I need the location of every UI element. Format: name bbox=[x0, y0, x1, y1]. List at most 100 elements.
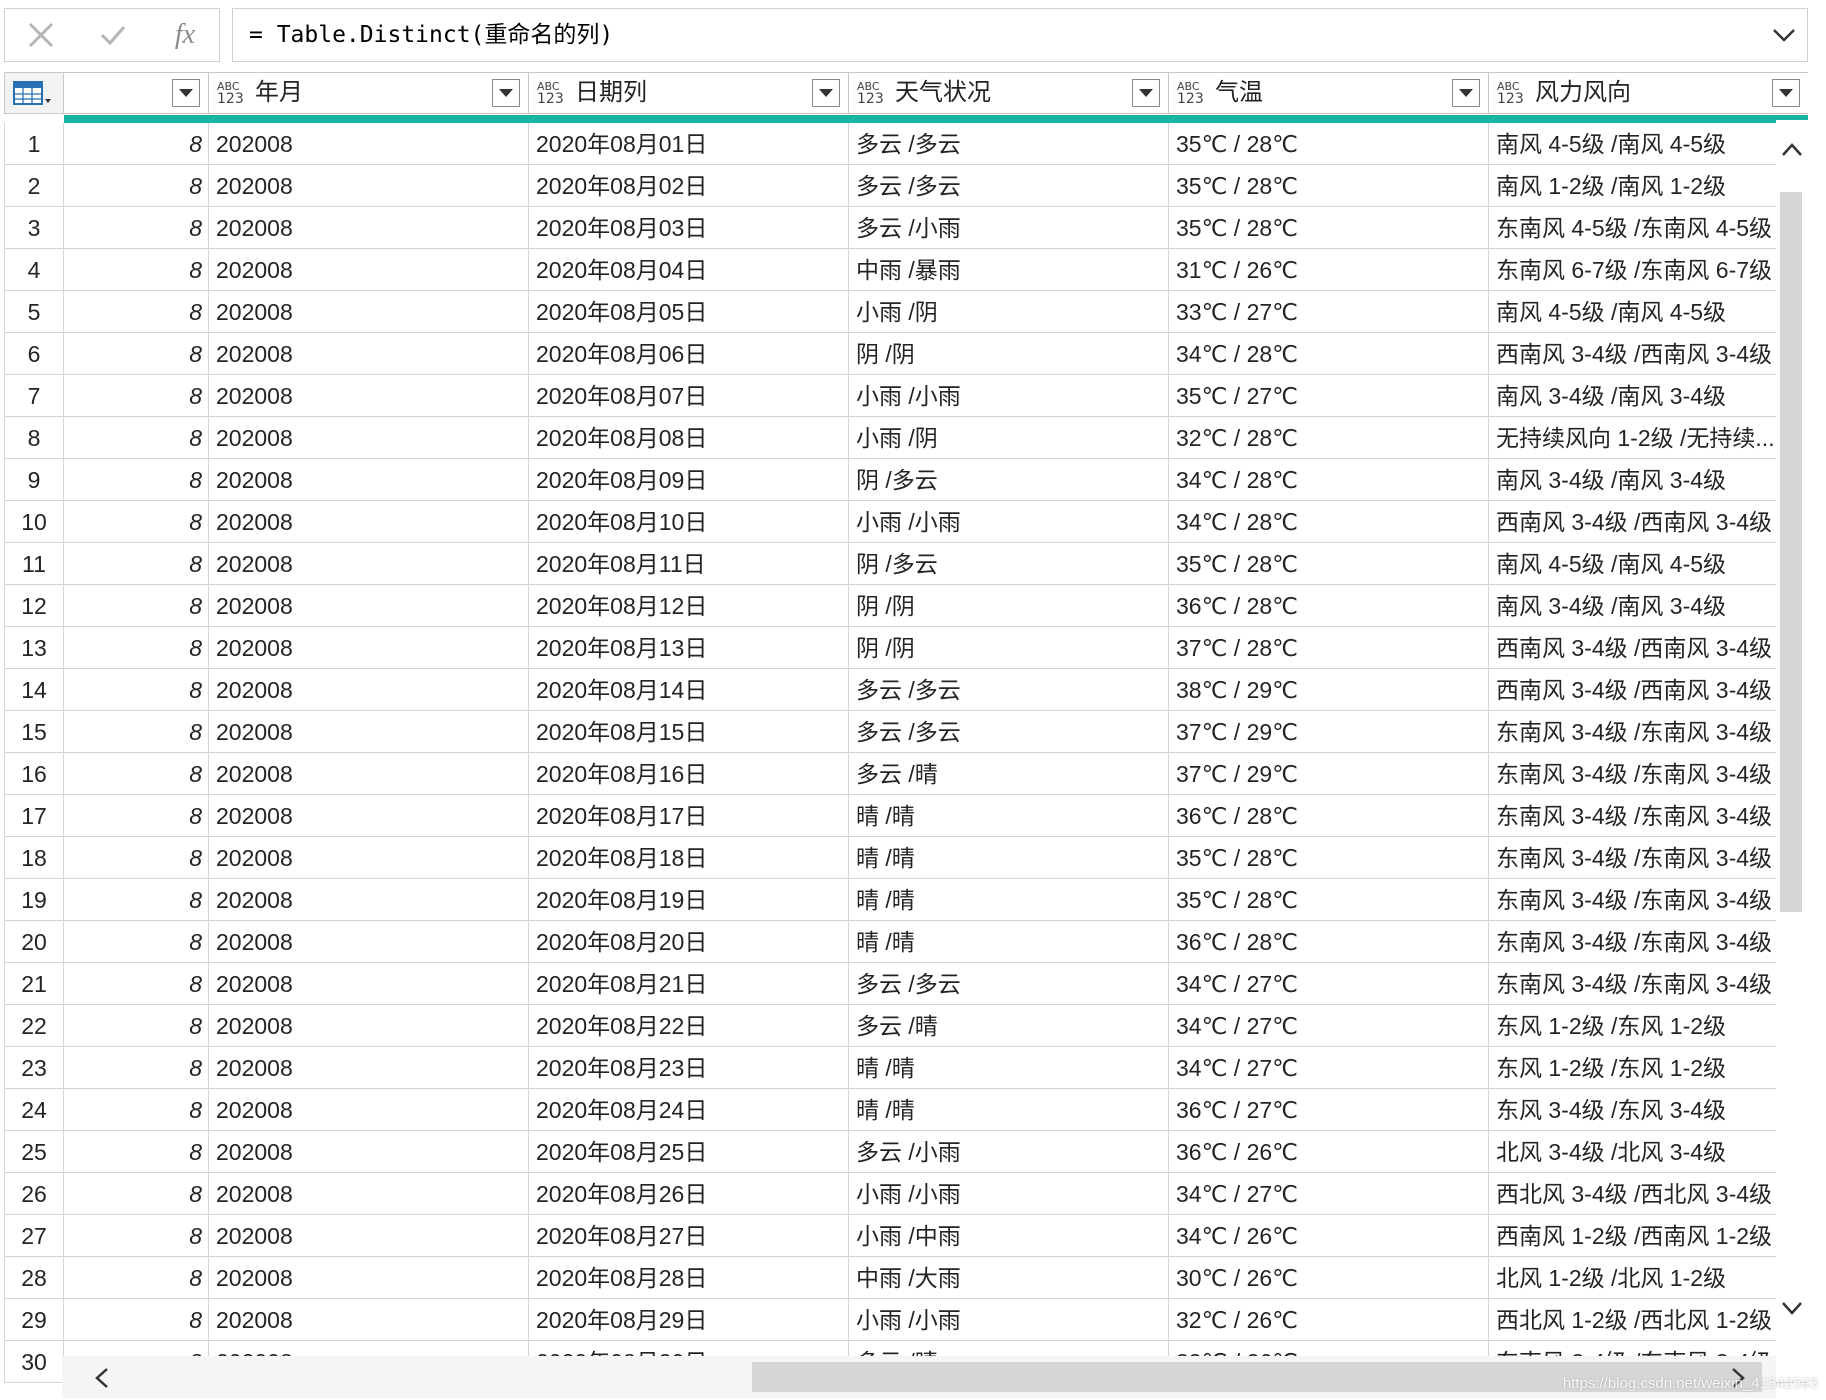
table-cell[interactable]: 东南风 3-4级 /东南风 3-4级 bbox=[1489, 879, 1808, 921]
formula-input[interactable]: = Table.Distinct(重命名的列) bbox=[232, 8, 1808, 62]
table-cell[interactable]: 东南风 6-7级 /东南风 6-7级 bbox=[1489, 249, 1808, 291]
table-row[interactable]: 2 8 202008 2020年08月02日 多云 /多云 35℃ / 28℃ 南风 1-2… bbox=[4, 165, 1808, 207]
table-cell[interactable]: 202008 bbox=[209, 501, 529, 543]
table-row[interactable]: 29 8 202008 2020年08月29日 小雨 /小雨 32℃ / 26℃ 西北风 1… bbox=[4, 1299, 1808, 1341]
table-cell[interactable]: 南风 3-4级 /南风 3-4级 bbox=[1489, 585, 1808, 627]
table-cell[interactable]: 202008 bbox=[209, 585, 529, 627]
table-cell[interactable]: 2020年08月08日 bbox=[529, 417, 849, 459]
table-cell[interactable]: 小雨 /中雨 bbox=[849, 1215, 1169, 1257]
table-cell[interactable]: 34℃ / 27℃ bbox=[1169, 1173, 1489, 1215]
row-number[interactable]: 4 bbox=[4, 249, 64, 291]
column-header-col-wind[interactable]: ABC 123 风力风向 bbox=[1489, 72, 1808, 114]
row-number[interactable]: 21 bbox=[4, 963, 64, 1005]
table-cell[interactable]: 202008 bbox=[209, 459, 529, 501]
table-cell[interactable]: 阴 /多云 bbox=[849, 543, 1169, 585]
insert-function-button[interactable]: fx bbox=[149, 9, 221, 61]
table-cell[interactable]: 晴 /晴 bbox=[849, 879, 1169, 921]
filter-dropdown-button[interactable] bbox=[1452, 79, 1480, 107]
table-cell[interactable]: 36℃ / 28℃ bbox=[1169, 795, 1489, 837]
table-cell[interactable]: 202008 bbox=[209, 207, 529, 249]
table-cell[interactable]: 8 bbox=[64, 417, 209, 459]
cancel-formula-button[interactable] bbox=[5, 9, 77, 61]
table-cell[interactable]: 36℃ / 28℃ bbox=[1169, 921, 1489, 963]
row-number[interactable]: 27 bbox=[4, 1215, 64, 1257]
table-cell[interactable]: 8 bbox=[64, 1047, 209, 1089]
table-cell[interactable]: 西北风 1-2级 /西北风 1-2级 bbox=[1489, 1299, 1808, 1341]
table-cell[interactable]: 8 bbox=[64, 627, 209, 669]
table-cell[interactable]: 小雨 /阴 bbox=[849, 291, 1169, 333]
table-cell[interactable]: 8 bbox=[64, 291, 209, 333]
table-row[interactable]: 16 8 202008 2020年08月16日 多云 /晴 37℃ / 29℃ 东南风 3-… bbox=[4, 753, 1808, 795]
table-cell[interactable]: 8 bbox=[64, 333, 209, 375]
table-cell[interactable]: 2020年08月12日 bbox=[529, 585, 849, 627]
table-cell[interactable]: 202008 bbox=[209, 669, 529, 711]
table-cell[interactable]: 202008 bbox=[209, 165, 529, 207]
table-cell[interactable]: 中雨 /大雨 bbox=[849, 1257, 1169, 1299]
table-cell[interactable]: 东风 3-4级 /东风 3-4级 bbox=[1489, 1089, 1808, 1131]
filter-dropdown-button[interactable] bbox=[492, 79, 520, 107]
table-cell[interactable]: 2020年08月17日 bbox=[529, 795, 849, 837]
table-cell[interactable]: 8 bbox=[64, 879, 209, 921]
table-cell[interactable]: 东南风 4-5级 /东南风 4-5级 bbox=[1489, 207, 1808, 249]
table-cell[interactable]: 202008 bbox=[209, 1005, 529, 1047]
table-cell[interactable]: 32℃ / 28℃ bbox=[1169, 417, 1489, 459]
table-cell[interactable]: 34℃ / 27℃ bbox=[1169, 963, 1489, 1005]
table-cell[interactable]: 东风 1-2级 /东风 1-2级 bbox=[1489, 1005, 1808, 1047]
table-cell[interactable]: 30℃ / 26℃ bbox=[1169, 1257, 1489, 1299]
table-cell[interactable]: 202008 bbox=[209, 543, 529, 585]
table-cell[interactable]: 35℃ / 28℃ bbox=[1169, 123, 1489, 165]
table-cell[interactable]: 37℃ / 28℃ bbox=[1169, 627, 1489, 669]
table-cell[interactable]: 35℃ / 28℃ bbox=[1169, 837, 1489, 879]
any-type-icon[interactable]: ABC 123 bbox=[1177, 80, 1204, 108]
table-cell[interactable]: 202008 bbox=[209, 963, 529, 1005]
table-cell[interactable]: 202008 bbox=[209, 249, 529, 291]
table-row[interactable]: 19 8 202008 2020年08月19日晴 /晴 35℃ / 28℃ 东南风 3-4… bbox=[4, 879, 1808, 921]
table-cell[interactable]: 202008 bbox=[209, 711, 529, 753]
table-cell[interactable]: 2020年08月26日 bbox=[529, 1173, 849, 1215]
table-cell[interactable]: 202008 bbox=[209, 291, 529, 333]
horizontal-scrollbar[interactable] bbox=[62, 1356, 1776, 1398]
table-cell[interactable]: 202008 bbox=[209, 417, 529, 459]
table-cell[interactable]: 31℃ / 26℃ bbox=[1169, 249, 1489, 291]
table-cell[interactable]: 2020年08月06日 bbox=[529, 333, 849, 375]
row-number[interactable]: 8 bbox=[4, 417, 64, 459]
filter-dropdown-button[interactable] bbox=[1772, 79, 1800, 107]
filter-dropdown-button[interactable] bbox=[1132, 79, 1160, 107]
table-cell[interactable]: 阴 /阴 bbox=[849, 585, 1169, 627]
table-cell[interactable]: 8 bbox=[64, 207, 209, 249]
table-cell[interactable]: 2020年08月21日 bbox=[529, 963, 849, 1005]
table-cell[interactable]: 晴 /晴 bbox=[849, 1047, 1169, 1089]
row-number[interactable]: 18 bbox=[4, 837, 64, 879]
table-cell[interactable]: 202008 bbox=[209, 1257, 529, 1299]
table-cell[interactable]: 小雨 /小雨 bbox=[849, 1173, 1169, 1215]
table-cell[interactable]: 8 bbox=[64, 795, 209, 837]
table-cell[interactable]: 2020年08月05日 bbox=[529, 291, 849, 333]
table-cell[interactable]: 多云 /多云 bbox=[849, 165, 1169, 207]
table-cell[interactable]: 中雨 /暴雨 bbox=[849, 249, 1169, 291]
table-cell[interactable]: 南风 3-4级 /南风 3-4级 bbox=[1489, 375, 1808, 417]
vertical-scroll-thumb[interactable] bbox=[1780, 192, 1802, 912]
table-cell[interactable]: 小雨 /阴 bbox=[849, 417, 1169, 459]
table-cell[interactable]: 2020年08月19日 bbox=[529, 879, 849, 921]
table-cell[interactable]: 35℃ / 28℃ bbox=[1169, 207, 1489, 249]
row-number[interactable]: 13 bbox=[4, 627, 64, 669]
table-cell[interactable]: 2020年08月28日 bbox=[529, 1257, 849, 1299]
table-cell[interactable]: 202008 bbox=[209, 879, 529, 921]
table-cell[interactable]: 36℃ / 27℃ bbox=[1169, 1089, 1489, 1131]
chevron-up-icon[interactable] bbox=[1780, 140, 1804, 160]
any-type-icon[interactable]: ABC 123 bbox=[217, 80, 244, 108]
table-cell[interactable]: 晴 /晴 bbox=[849, 1089, 1169, 1131]
column-header-col-idx[interactable] bbox=[64, 72, 209, 114]
table-cell[interactable]: 多云 /多云 bbox=[849, 669, 1169, 711]
table-cell[interactable]: 西南风 3-4级 /西南风 3-4级 bbox=[1489, 669, 1808, 711]
table-cell[interactable]: 2020年08月04日 bbox=[529, 249, 849, 291]
table-row[interactable]: 4 8 202008 2020年08月04日 中雨 /暴雨 31℃ / 26℃ 东南风 6-… bbox=[4, 249, 1808, 291]
table-cell[interactable]: 东南风 3-4级 /东南风 3-4级 bbox=[1489, 711, 1808, 753]
table-row[interactable]: 14 8 202008 2020年08月14日 多云 /多云 38℃ / 29℃ 西南风 3… bbox=[4, 669, 1808, 711]
table-cell[interactable]: 202008 bbox=[209, 1131, 529, 1173]
table-cell[interactable]: 2020年08月16日 bbox=[529, 753, 849, 795]
table-cell[interactable]: 34℃ / 26℃ bbox=[1169, 1215, 1489, 1257]
table-cell[interactable]: 8 bbox=[64, 711, 209, 753]
table-cell[interactable]: 2020年08月23日 bbox=[529, 1047, 849, 1089]
any-type-icon[interactable]: ABC 123 bbox=[537, 80, 564, 108]
